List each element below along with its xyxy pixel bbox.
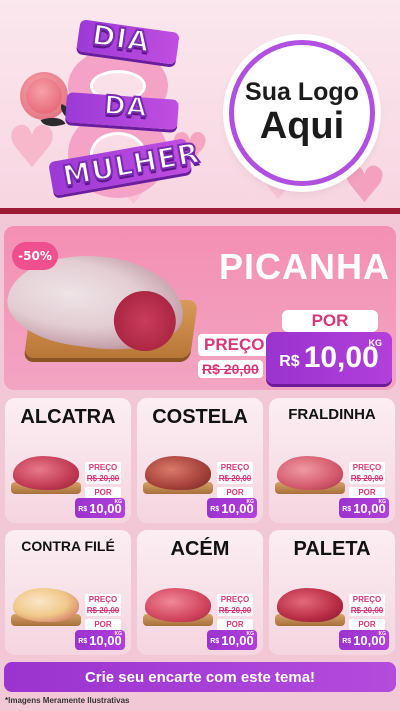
unit: KG <box>114 631 123 637</box>
unit: KG <box>378 631 387 637</box>
product-image <box>277 588 343 622</box>
logo-line1: Sua Logo <box>245 78 359 106</box>
product-card: ACÉM PREÇO R$ 20,00 POR R$ 10,00 KG <box>137 530 263 655</box>
unit: KG <box>378 499 387 505</box>
footnote: *Imagens Meramente Ilustrativas <box>5 696 130 705</box>
product-image <box>13 588 79 622</box>
por-label: POR <box>85 619 121 630</box>
product-card: COSTELA PREÇO R$ 20,00 POR R$ 10,00 KG <box>137 398 263 523</box>
cta-button[interactable]: Crie seu encarte com este tema! <box>4 662 396 692</box>
currency: R$ <box>342 638 352 645</box>
hero-old-price: R$ 20,00 <box>198 360 263 378</box>
product-name: ACÉM <box>170 538 230 560</box>
old-price: R$ 20,00 <box>85 605 121 616</box>
product-name: CONTRA FILÉ <box>21 538 115 554</box>
product-image <box>145 588 211 622</box>
discount-badge: -50% <box>12 242 58 270</box>
hero-preco-label: PREÇO <box>198 334 271 356</box>
product-name: COSTELA <box>152 406 248 428</box>
por-label: POR <box>349 619 385 630</box>
old-price: R$ 20,00 <box>349 473 385 484</box>
product-image <box>13 456 79 490</box>
price-value: 10,00 <box>303 341 379 374</box>
product-card: CONTRA FILÉ PREÇO R$ 20,00 POR R$ 10,00 … <box>5 530 131 655</box>
preco-label: PREÇO <box>217 462 253 473</box>
price-tag: R$ 10,00 KG <box>207 630 257 650</box>
product-name: PALETA <box>293 538 371 560</box>
preco-label: PREÇO <box>349 594 385 605</box>
price-tag: R$ 10,00 KG <box>339 498 389 518</box>
logo-line2: Aqui <box>259 105 345 147</box>
hero-price-tag: R$ 10,00 KG <box>266 332 392 384</box>
currency: R$ <box>210 638 220 645</box>
unit: KG <box>368 338 383 348</box>
hero-por-label: POR <box>282 310 378 332</box>
title-word-da: DA <box>102 90 150 125</box>
preco-label: PREÇO <box>349 462 385 473</box>
product-card: FRALDINHA PREÇO R$ 20,00 POR R$ 10,00 KG <box>269 398 395 523</box>
product-name: ALCATRA <box>20 406 116 428</box>
unit: KG <box>114 499 123 505</box>
price-tag: R$ 10,00 KG <box>75 498 125 518</box>
unit: KG <box>246 499 255 505</box>
old-price: R$ 20,00 <box>85 473 121 484</box>
currency: R$ <box>342 506 352 513</box>
price-tag: R$ 10,00 KG <box>339 630 389 650</box>
old-price: R$ 20,00 <box>217 605 253 616</box>
por-label: POR <box>349 487 385 498</box>
product-image <box>277 456 343 490</box>
preco-label: PREÇO <box>85 594 121 605</box>
product-card: PALETA PREÇO R$ 20,00 POR R$ 10,00 KG <box>269 530 395 655</box>
currency: R$ <box>78 506 88 513</box>
por-label: POR <box>217 619 253 630</box>
price-tag: R$ 10,00 KG <box>207 498 257 518</box>
old-price: R$ 20,00 <box>217 473 253 484</box>
por-label: POR <box>217 487 253 498</box>
old-price: R$ 20,00 <box>349 605 385 616</box>
por-label: POR <box>85 487 121 498</box>
currency: R$ <box>210 506 220 513</box>
header-banner: ♥ ♥ ♥ ♥ ♥ DIA DA MULHER Sua Logo Aqui <box>0 0 400 215</box>
hero-product-name: PICANHA <box>218 246 390 287</box>
preco-label: PREÇO <box>217 594 253 605</box>
product-card: ALCATRA PREÇO R$ 20,00 POR R$ 10,00 KG <box>5 398 131 523</box>
logo-placeholder: Sua Logo Aqui <box>229 40 375 186</box>
price-tag: R$ 10,00 KG <box>75 630 125 650</box>
product-name: FRALDINHA <box>288 406 376 423</box>
product-image <box>145 456 211 490</box>
unit: KG <box>246 631 255 637</box>
currency: R$ <box>78 638 88 645</box>
preco-label: PREÇO <box>85 462 121 473</box>
currency: R$ <box>279 353 300 370</box>
